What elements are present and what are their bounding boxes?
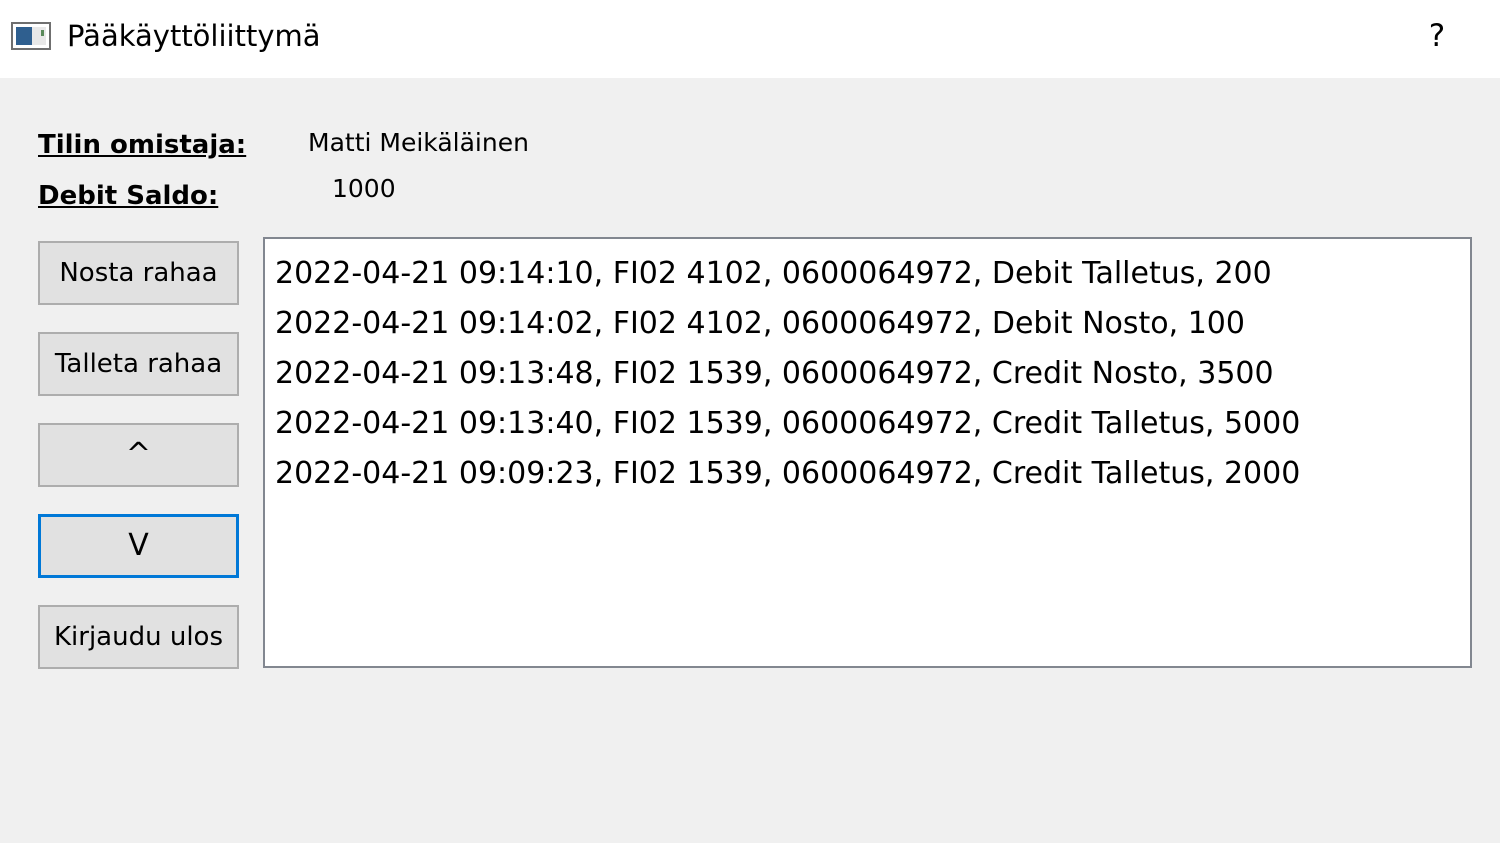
logout-button[interactable]: Kirjaudu ulos <box>38 605 239 669</box>
help-button[interactable]: ? <box>1412 12 1462 60</box>
balance-label: Debit Saldo: <box>38 181 219 211</box>
scroll-up-button[interactable]: ^ <box>38 423 239 487</box>
scroll-down-button[interactable]: V <box>38 514 239 578</box>
list-item[interactable]: 2022-04-21 09:14:10, FI02 4102, 06000649… <box>275 249 1470 299</box>
title-bar: Pääkäyttöliittymä ? <box>0 0 1500 78</box>
window-app-icon <box>11 22 51 50</box>
list-item[interactable]: 2022-04-21 09:09:23, FI02 1539, 06000649… <box>275 449 1470 499</box>
withdraw-button[interactable]: Nosta rahaa <box>38 241 239 305</box>
list-item[interactable]: 2022-04-21 09:13:40, FI02 1539, 06000649… <box>275 399 1470 449</box>
owner-label: Tilin omistaja: <box>38 130 247 160</box>
balance-value: 1000 <box>332 174 396 203</box>
transaction-list[interactable]: 2022-04-21 09:14:10, FI02 4102, 06000649… <box>263 237 1472 668</box>
deposit-button[interactable]: Talleta rahaa <box>38 332 239 396</box>
list-item[interactable]: 2022-04-21 09:13:48, FI02 1539, 06000649… <box>275 349 1470 399</box>
owner-value: Matti Meikäläinen <box>308 128 529 157</box>
list-item[interactable]: 2022-04-21 09:14:02, FI02 4102, 06000649… <box>275 299 1470 349</box>
main-window: Pääkäyttöliittymä ? Tilin omistaja: Matt… <box>0 0 1500 843</box>
window-title: Pääkäyttöliittymä <box>67 19 321 53</box>
